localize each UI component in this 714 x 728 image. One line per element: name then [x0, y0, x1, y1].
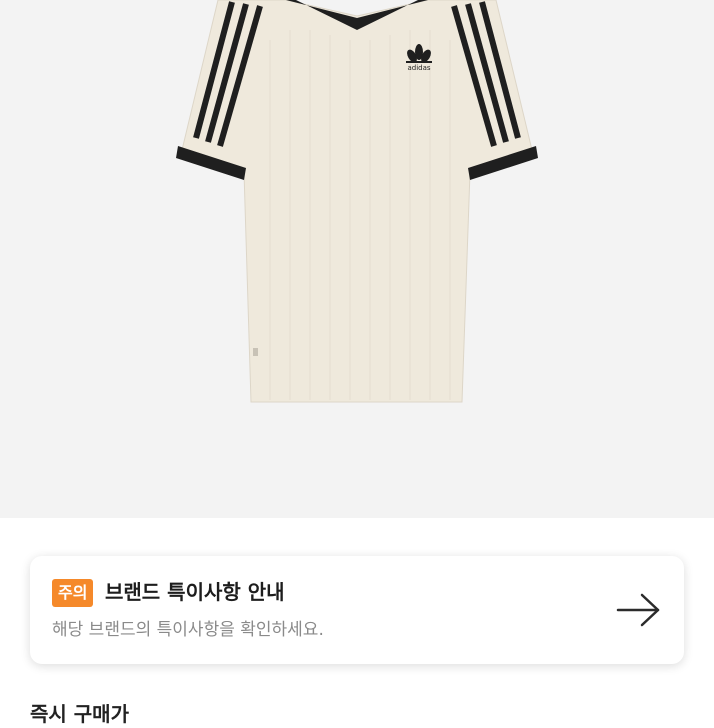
arrow-right-icon[interactable]	[614, 590, 664, 630]
brand-notice-card[interactable]: 주의 브랜드 특이사항 안내 해당 브랜드의 특이사항을 확인하세요.	[30, 556, 684, 664]
product-image[interactable]: adidas	[0, 0, 714, 518]
shirt-illustration: adidas	[176, 0, 538, 403]
svg-text:adidas: adidas	[407, 64, 430, 72]
instant-buy-price-label: 즉시 구매가	[30, 702, 129, 726]
warning-badge: 주의	[52, 579, 94, 607]
notice-title: 브랜드 특이사항 안내	[105, 580, 285, 604]
notice-subtitle: 해당 브랜드의 특이사항을 확인하세요.	[52, 620, 324, 640]
